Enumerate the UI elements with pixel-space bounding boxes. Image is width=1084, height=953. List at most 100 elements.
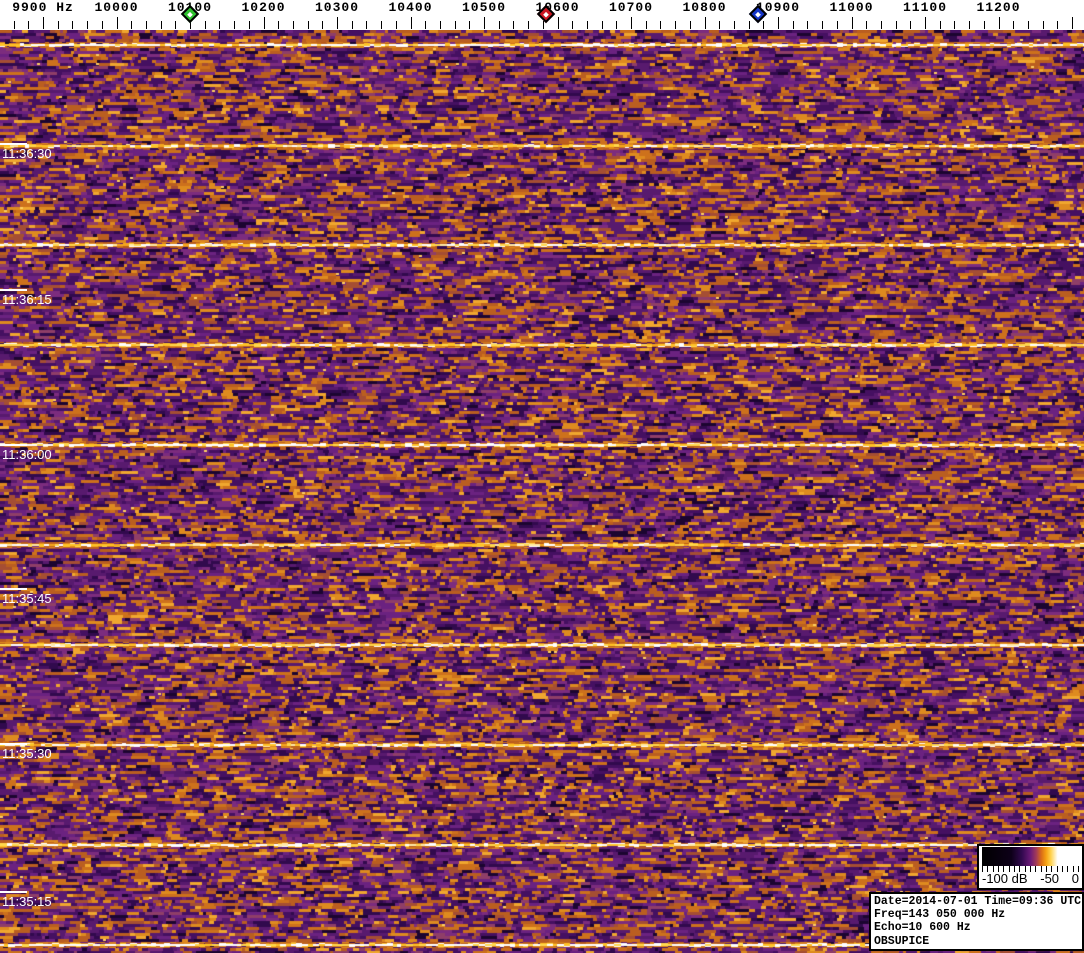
- freq-tick-label: 11000: [829, 0, 874, 15]
- freq-tick: [733, 21, 735, 29]
- freq-tick: [57, 21, 59, 29]
- freq-tick: [1042, 21, 1044, 29]
- colorbar-label-min: -100 dB: [982, 871, 1028, 886]
- freq-tick: [43, 17, 44, 29]
- freq-tick: [969, 21, 971, 29]
- freq-tick: [616, 21, 618, 29]
- freq-tick: [939, 21, 941, 29]
- freq-tick: [528, 21, 530, 29]
- freq-tick: [204, 21, 206, 29]
- info-line-freq: Freq=143 050 000 Hz: [874, 908, 1006, 922]
- freq-tick: [116, 17, 118, 29]
- app-window: 9900 Hz100001010010200103001040010500106…: [0, 0, 1084, 953]
- colorbar-tick: [1061, 866, 1063, 872]
- freq-tick: [822, 21, 824, 29]
- freq-tick: [704, 17, 706, 29]
- freq-tick: [542, 21, 544, 29]
- freq-tick: [160, 21, 162, 29]
- freq-tick-label: 10400: [388, 0, 433, 15]
- freq-tick: [1057, 21, 1059, 29]
- freq-tick: [498, 21, 500, 29]
- colorbar-labels: -100 dB -50 0: [982, 872, 1079, 886]
- time-tick: [0, 891, 27, 893]
- freq-tick: [880, 21, 882, 29]
- colorbar-tick: [1035, 866, 1037, 872]
- freq-tick: [351, 21, 353, 29]
- freq-tick: [675, 21, 677, 29]
- freq-tick: [572, 21, 574, 29]
- time-label: 11:35:15: [2, 894, 52, 909]
- freq-tick: [1072, 17, 1073, 29]
- freq-tick: [366, 21, 368, 29]
- freq-tick: [410, 17, 412, 29]
- time-label: 11:35:45: [2, 591, 52, 606]
- colorbar-tick: [1029, 866, 1031, 872]
- info-line-date: Date=2014-07-01 Time=09:36 UTC: [874, 895, 1082, 908]
- freq-tick: [131, 21, 133, 29]
- freq-tick: [631, 17, 632, 29]
- freq-tick: [145, 21, 147, 29]
- freq-tick: [660, 21, 662, 29]
- freq-tick: [87, 21, 89, 29]
- freq-tick: [954, 21, 956, 29]
- freq-tick: [866, 21, 868, 29]
- freq-tick: [778, 17, 779, 29]
- freq-tick: [689, 21, 691, 29]
- freq-tick: [601, 21, 603, 29]
- info-line-echo: Echo=10 600 Hz: [874, 921, 971, 935]
- freq-tick: [234, 21, 236, 29]
- freq-tick: [72, 21, 74, 29]
- freq-tick: [454, 21, 456, 29]
- colorbar-tick: [1067, 866, 1069, 872]
- freq-tick: [292, 21, 294, 29]
- freq-tick: [395, 21, 397, 29]
- freq-tick: [469, 21, 471, 29]
- time-tick: [0, 143, 27, 145]
- freq-tick: [998, 17, 1000, 29]
- time-tick: [0, 588, 27, 590]
- freq-tick: [337, 17, 338, 29]
- freq-tick: [1013, 21, 1015, 29]
- freq-tick: [484, 17, 485, 29]
- freq-tick-label: 9900 Hz: [12, 0, 74, 15]
- freq-tick-label: 11100: [902, 0, 948, 15]
- time-label: 11:36:30: [2, 146, 52, 161]
- freq-tick: [557, 17, 559, 29]
- time-tick: [0, 444, 27, 446]
- colorbar: -100 dB -50 0: [977, 844, 1084, 890]
- info-line-station: OBSUPICE: [874, 934, 930, 948]
- diamond-core: [755, 11, 761, 17]
- time-label: 11:35:30: [2, 746, 52, 761]
- freq-tick: [13, 21, 15, 29]
- diamond-core: [543, 11, 550, 17]
- freq-tick: [851, 17, 853, 29]
- freq-tick: [425, 21, 427, 29]
- freq-tick: [307, 21, 309, 29]
- frequency-axis: 9900 Hz100001010010200103001040010500106…: [0, 0, 1084, 30]
- freq-tick: [586, 21, 588, 29]
- freq-tick: [219, 21, 221, 29]
- freq-tick: [836, 21, 838, 29]
- freq-tick: [925, 17, 926, 29]
- freq-tick: [748, 21, 750, 29]
- info-box: Date=2014-07-01 Time=09:36 UTC Freq=143 …: [869, 892, 1084, 951]
- freq-tick-label: 10300: [314, 0, 360, 15]
- freq-tick-label: 10500: [461, 0, 507, 15]
- spectrogram-canvas: [0, 30, 1084, 953]
- time-label: 11:36:15: [2, 292, 52, 307]
- diamond-core: [187, 11, 193, 17]
- freq-tick: [101, 21, 103, 29]
- freq-tick: [895, 21, 897, 29]
- freq-tick: [1027, 21, 1029, 29]
- freq-tick: [175, 21, 177, 29]
- freq-tick: [278, 21, 280, 29]
- freq-tick-label: 10700: [608, 0, 654, 15]
- freq-tick: [910, 21, 912, 29]
- freq-tick: [983, 21, 985, 29]
- freq-tick: [513, 21, 515, 29]
- freq-tick: [792, 21, 794, 29]
- freq-tick: [248, 21, 250, 29]
- freq-tick: [645, 21, 647, 29]
- freq-tick-label: 10800: [682, 0, 727, 15]
- freq-tick: [381, 21, 383, 29]
